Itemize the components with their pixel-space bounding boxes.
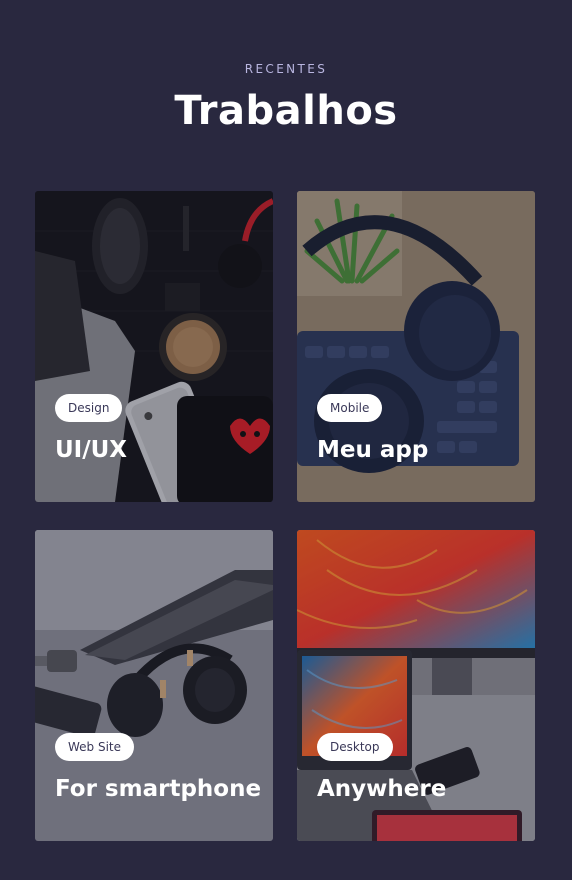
card-title: UI/UX [55,437,128,463]
category-tag: Web Site [55,733,135,761]
card-title: Anywhere [317,776,447,802]
work-card-smartphone[interactable]: Web Site For smartphone [35,530,273,841]
work-card-uiux[interactable]: Design UI/UX [35,191,273,502]
category-tag: Desktop [317,733,393,761]
section-title: Trabalhos [174,88,398,134]
card-title: Meu app [317,437,429,463]
category-tag: Mobile [317,394,383,422]
work-card-meu-app[interactable]: Mobile Meu app [297,191,535,502]
section-eyebrow: RECENTES [244,62,328,76]
category-tag: Design [55,394,123,422]
card-title: For smartphone [55,776,262,802]
work-card-anywhere[interactable]: Desktop Anywhere [297,530,535,841]
